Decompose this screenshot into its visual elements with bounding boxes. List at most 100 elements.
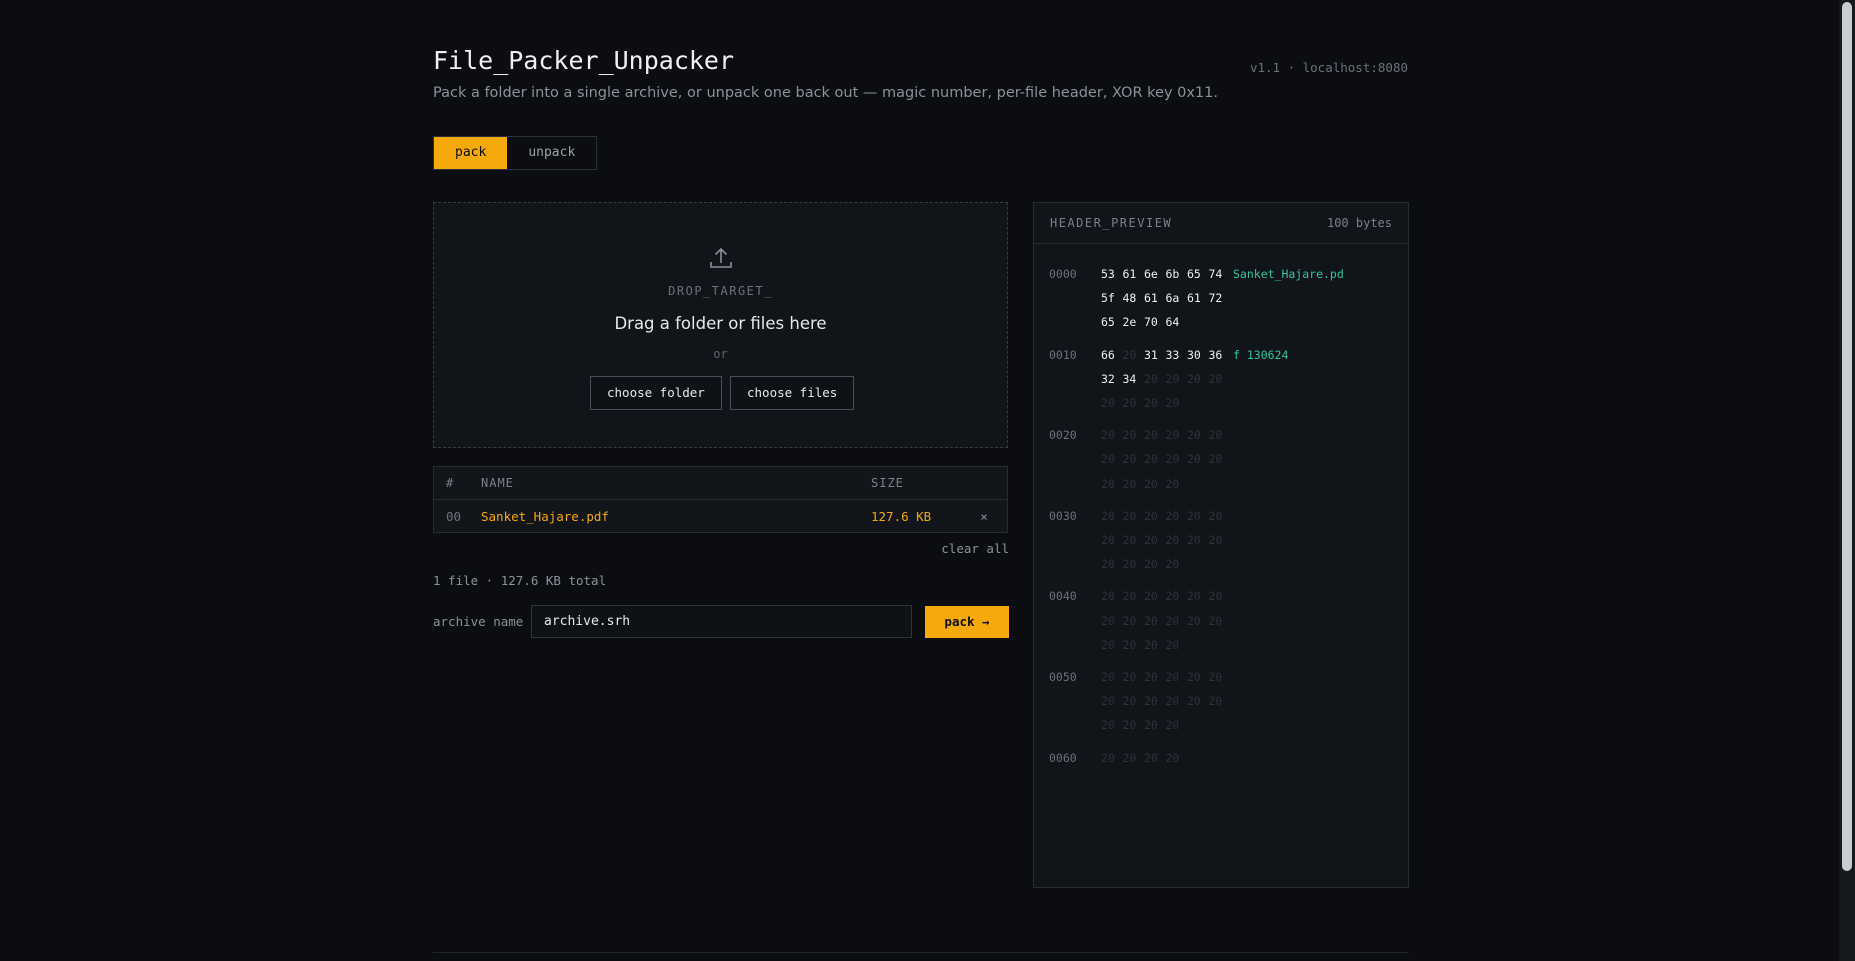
hex-byte: 74 [1208, 267, 1223, 281]
hex-bytes: 20 20 20 20 20 20 20 20 20 20 20 20 20 20 20 20 [1101, 504, 1233, 577]
hex-bytes: 20 20 20 20 20 20 20 20 20 20 20 20 20 20 20 20 [1101, 665, 1233, 738]
hex-byte: 20 [1144, 533, 1158, 548]
hex-byte: 20 [1165, 396, 1180, 411]
scrollbar[interactable] [1839, 0, 1855, 961]
tab-unpack[interactable]: unpack [507, 137, 596, 169]
hex-byte: 20 [1208, 428, 1223, 443]
hex-byte: 20 [1144, 670, 1158, 685]
hex-byte: 20 [1187, 428, 1201, 443]
hex-byte: 20 [1165, 670, 1180, 685]
header-preview-title: HEADER_PREVIEW [1050, 216, 1173, 230]
hex-byte: 66 [1101, 347, 1115, 362]
hex-row: 0050 20 20 20 20 20 20 20 20 20 20 20 20 20 20 20 20 [1034, 665, 1408, 738]
hex-row: 0000 53 61 6e 6b 65 74 5f 48 61 6a 61 72 65 2e 70 64 Sank… [1034, 262, 1408, 335]
remove-file-icon[interactable]: × [961, 509, 1007, 524]
hex-byte: 20 [1122, 694, 1137, 709]
drop-or-text: or [713, 347, 728, 361]
file-table-header: # NAME SIZE [434, 467, 1007, 500]
hex-byte: 20 [1165, 637, 1180, 652]
hex-byte: 20 [1208, 508, 1223, 523]
hex-byte: 20 [1165, 694, 1180, 709]
hex-byte: 20 [1208, 371, 1223, 386]
hex-byte: 20 [1122, 396, 1137, 411]
hex-row: 0040 20 20 20 20 20 20 20 20 20 20 20 20 20 20 20 20 [1034, 584, 1408, 657]
drop-zone[interactable]: DROP_TARGET_ Drag a folder or files here… [433, 202, 1008, 448]
hex-ascii: f 130624 [1233, 347, 1289, 362]
hex-byte: 30 [1187, 347, 1201, 362]
hex-row: 0030 20 20 20 20 20 20 20 20 20 20 20 20 20 20 20 20 [1034, 504, 1408, 577]
choose-folder-button[interactable]: choose folder [590, 376, 722, 410]
scrollbar-thumb[interactable] [1842, 2, 1852, 871]
hex-byte: 20 [1122, 613, 1137, 628]
hex-byte: 34 [1122, 371, 1137, 386]
hex-byte: 20 [1144, 557, 1158, 572]
hex-byte: 20 [1208, 670, 1223, 685]
choose-files-button[interactable]: choose files [730, 376, 855, 410]
file-summary: 1 file · 127.6 KB total [433, 573, 607, 588]
upload-icon [710, 247, 732, 268]
hex-byte: 20 [1122, 750, 1137, 765]
hex-byte: 20 [1187, 589, 1201, 604]
archive-name-input[interactable] [531, 605, 912, 638]
hex-offset: 0010 [1049, 347, 1077, 362]
file-size: 127.6 KB [871, 508, 932, 524]
hex-row: 0010 66 20 31 33 30 36 32 34 20 20 20 20 20 20 20 20 f 13… [1034, 343, 1408, 416]
hex-byte: 20 [1144, 750, 1158, 765]
app-title: File_Packer_Unpacker [433, 46, 735, 75]
hex-byte: 65 [1187, 267, 1201, 281]
hex-byte: 20 [1187, 508, 1201, 523]
hex-byte: 32 [1101, 371, 1115, 386]
hex-row: 0060 20 20 20 20 [1034, 746, 1408, 770]
hex-byte: 20 [1122, 718, 1137, 733]
mode-tabs: pack unpack [433, 136, 598, 170]
hex-byte: 20 [1122, 533, 1137, 548]
hex-byte: 20 [1101, 589, 1115, 604]
archive-name-label: archive name [433, 614, 524, 629]
hex-byte: 33 [1165, 347, 1180, 362]
hex-byte: 20 [1101, 396, 1115, 411]
hex-bytes: 20 20 20 20 20 20 20 20 20 20 20 20 20 20 20 20 [1101, 584, 1233, 657]
hex-byte: 20 [1101, 613, 1115, 628]
hex-byte: 6b [1165, 267, 1180, 281]
hex-dump: 0000 53 61 6e 6b 65 74 5f 48 61 6a 61 72 65 2e 70 64 Sank… [1034, 244, 1408, 770]
hex-byte: 20 [1208, 694, 1223, 709]
hex-byte: 20 [1165, 371, 1180, 386]
app-subtitle: Pack a folder into a single archive, or … [433, 85, 1218, 101]
hex-byte: 20 [1165, 452, 1180, 467]
hex-byte: 20 [1144, 637, 1158, 652]
hex-bytes: 20 20 20 20 [1101, 746, 1233, 770]
hex-byte: 20 [1165, 589, 1180, 604]
tab-pack[interactable]: pack [434, 137, 508, 169]
hex-byte: 20 [1144, 476, 1158, 491]
hex-byte: 61 [1144, 291, 1158, 306]
hex-byte: 20 [1122, 670, 1137, 685]
hex-byte: 53 [1101, 267, 1115, 281]
hex-byte: 20 [1101, 718, 1115, 733]
hex-byte: 20 [1101, 557, 1115, 572]
hex-byte: 6a [1165, 291, 1180, 306]
hex-byte: 20 [1144, 694, 1158, 709]
hex-byte: 20 [1122, 589, 1137, 604]
hex-byte: 61 [1187, 291, 1201, 306]
hex-byte: 72 [1208, 291, 1223, 306]
hex-byte: 20 [1144, 613, 1158, 628]
hex-byte: 20 [1144, 371, 1158, 386]
hex-row: 0020 20 20 20 20 20 20 20 20 20 20 20 20 20 20 20 20 [1034, 423, 1408, 496]
hex-byte: 20 [1165, 718, 1180, 733]
pack-button[interactable]: pack → [925, 606, 1009, 638]
hex-byte: 20 [1165, 750, 1180, 765]
hex-byte: 20 [1144, 428, 1158, 443]
hex-byte: 20 [1101, 637, 1115, 652]
hex-byte: 20 [1101, 508, 1115, 523]
hex-byte: 20 [1122, 476, 1137, 491]
drop-target-label: DROP_TARGET_ [668, 284, 773, 298]
hex-bytes: 66 20 31 33 30 36 32 34 20 20 20 20 20 20 20 20 [1101, 343, 1233, 416]
clear-all-button[interactable]: clear all [941, 541, 1009, 556]
file-name: Sanket_Hajare.pdf [481, 508, 609, 524]
hex-byte: 20 [1208, 613, 1223, 628]
hex-byte: 20 [1144, 452, 1158, 467]
hex-offset: 0020 [1049, 428, 1077, 443]
hex-byte: 20 [1101, 694, 1115, 709]
drop-instruction: Drag a folder or files here [614, 314, 827, 333]
hex-offset: 0000 [1049, 267, 1077, 281]
